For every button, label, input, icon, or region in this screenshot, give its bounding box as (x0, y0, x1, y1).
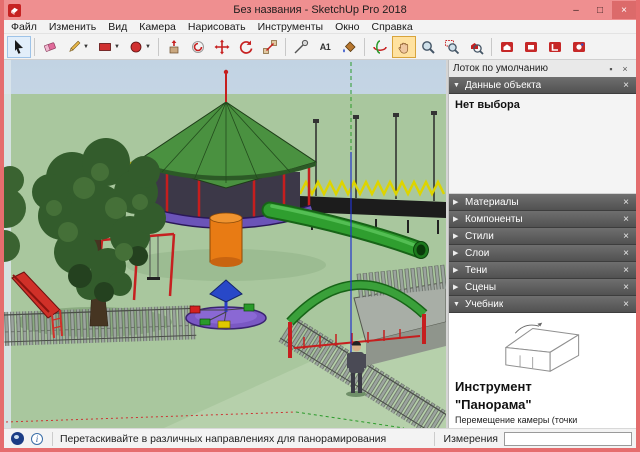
rectangle-tool-button[interactable]: ▼ (93, 36, 124, 58)
menu-view[interactable]: Вид (108, 21, 127, 33)
measurements-label: Измерения (443, 432, 498, 445)
panel-close-icon[interactable]: × (620, 282, 632, 293)
toolbar-separator (491, 37, 492, 56)
main-area: Лоток по умолчанию ▪ × ▼ Данные объекта … (4, 60, 636, 428)
menu-tools[interactable]: Инструменты (258, 21, 323, 33)
pan-tool-button[interactable] (392, 35, 416, 58)
collapsed-arrow-icon: ▶ (453, 284, 459, 291)
app-icon (8, 3, 21, 17)
panel-close-icon[interactable]: × (620, 197, 632, 208)
tray-panel-materials[interactable]: ▶ Материалы × (449, 194, 636, 211)
tray-panel-entity-info[interactable]: ▼ Данные объекта × (449, 77, 636, 94)
tray-panel-instructor[interactable]: ▼ Учебник × (449, 296, 636, 313)
panel-close-icon[interactable]: × (620, 231, 632, 242)
instructor-title-line2: "Панорама" (455, 397, 532, 412)
toolbar-separator (34, 37, 35, 56)
offset-tool-button[interactable] (186, 36, 210, 58)
statusbar-separator (52, 431, 53, 446)
entity-info-message: Нет выбора (455, 99, 520, 111)
toolbar-separator (158, 37, 159, 56)
default-tray: Лоток по умолчанию ▪ × ▼ Данные объекта … (448, 60, 636, 428)
paint-bucket-tool-button[interactable] (337, 36, 361, 58)
zoom-window-tool-button[interactable] (440, 36, 464, 58)
extension-warehouse-button[interactable] (519, 36, 543, 58)
menu-help[interactable]: Справка (371, 21, 412, 33)
panel-close-icon[interactable]: × (620, 299, 632, 310)
minimize-icon[interactable]: – (564, 1, 588, 19)
orbit-tool-button[interactable] (368, 36, 392, 58)
tray-panel-layers[interactable]: ▶ Слои × (449, 245, 636, 262)
menu-file[interactable]: Файл (11, 21, 37, 33)
menu-camera[interactable]: Камера (139, 21, 176, 33)
viewport-canvas[interactable] (4, 60, 446, 428)
menu-window[interactable]: Окно (335, 21, 359, 33)
line-tool-button[interactable]: ▼ (62, 36, 93, 58)
title-bar[interactable]: Без названия - SketchUp Pro 2018 – □ × (4, 0, 636, 20)
instructor-body: Инструмент "Панорама" Перемещение камеры… (449, 313, 636, 428)
collapsed-arrow-icon: ▶ (453, 216, 459, 223)
entity-info-body: Нет выбора (449, 94, 636, 194)
chevron-down-icon[interactable]: ▼ (83, 44, 89, 50)
collapsed-arrow-icon: ▶ (453, 267, 459, 274)
chevron-down-icon[interactable]: ▼ (145, 44, 151, 50)
dimensions-tool-button[interactable]: A1 (313, 36, 337, 58)
geolocation-icon[interactable] (11, 432, 24, 445)
collapsed-arrow-icon: ▶ (453, 233, 459, 240)
zoom-tool-button[interactable] (416, 36, 440, 58)
panel-close-icon[interactable]: × (620, 80, 632, 91)
sketchup-window: Без названия - SketchUp Pro 2018 – □ × Ф… (0, 0, 640, 452)
info-icon[interactable]: i (31, 432, 43, 445)
move-tool-button[interactable] (210, 36, 234, 58)
3d-warehouse-button[interactable] (495, 36, 519, 58)
toolbar: ▼ ▼ ▼ A1 (4, 34, 636, 60)
collapsed-arrow-icon: ▶ (453, 250, 459, 257)
toolbar-separator (285, 37, 286, 56)
tray-title: Лоток по умолчанию (453, 63, 548, 74)
tray-panel-components[interactable]: ▶ Компоненты × (449, 211, 636, 228)
rotate-tool-button[interactable] (234, 36, 258, 58)
select-tool-button[interactable] (7, 35, 31, 58)
menu-bar: Файл Изменить Вид Камера Нарисовать Инст… (4, 20, 636, 34)
toolbar-separator (364, 37, 365, 56)
panel-close-icon[interactable]: × (620, 265, 632, 276)
tray-panel-shadows[interactable]: ▶ Тени × (449, 262, 636, 279)
collapsed-arrow-icon: ▶ (453, 199, 459, 206)
statusbar-separator (433, 431, 435, 446)
circle-tool-button[interactable]: ▼ (124, 36, 155, 58)
status-hint: Перетаскивайте в различных направлениях … (60, 432, 387, 445)
tray-panel-scenes[interactable]: ▶ Сцены × (449, 279, 636, 296)
push-pull-tool-button[interactable] (162, 36, 186, 58)
tray-panel-styles[interactable]: ▶ Стили × (449, 228, 636, 245)
expanded-arrow-icon: ▼ (453, 81, 460, 89)
menu-draw[interactable]: Нарисовать (188, 21, 246, 33)
playground-scene (4, 60, 446, 428)
panel-close-icon[interactable]: × (620, 214, 632, 225)
tray-close-icon[interactable]: × (618, 64, 632, 74)
instructor-description: Перемещение камеры (точки (455, 415, 578, 425)
expanded-arrow-icon: ▼ (453, 300, 460, 308)
window-controls: – □ × (564, 1, 636, 19)
tray-title-bar[interactable]: Лоток по умолчанию ▪ × (449, 60, 636, 77)
close-icon[interactable]: × (612, 1, 636, 19)
scale-tool-button[interactable] (258, 36, 282, 58)
chevron-down-icon[interactable]: ▼ (114, 44, 120, 50)
tape-measure-tool-button[interactable] (289, 36, 313, 58)
window-title: Без названия - SketchUp Pro 2018 (233, 4, 407, 16)
instructor-title-line1: Инструмент (455, 379, 532, 394)
eraser-tool-button[interactable] (38, 36, 62, 58)
status-bar: i Перетаскивайте в различных направления… (4, 428, 636, 448)
pin-icon[interactable]: ▪ (604, 64, 618, 74)
layout-button[interactable] (543, 36, 567, 58)
measurements-input[interactable] (504, 431, 632, 446)
maximize-icon[interactable]: □ (588, 1, 612, 19)
panel-close-icon[interactable]: × (620, 248, 632, 259)
style-builder-button[interactable] (567, 36, 591, 58)
menu-edit[interactable]: Изменить (49, 21, 96, 33)
zoom-extents-tool-button[interactable] (464, 36, 488, 58)
instructor-house-image (504, 322, 579, 372)
